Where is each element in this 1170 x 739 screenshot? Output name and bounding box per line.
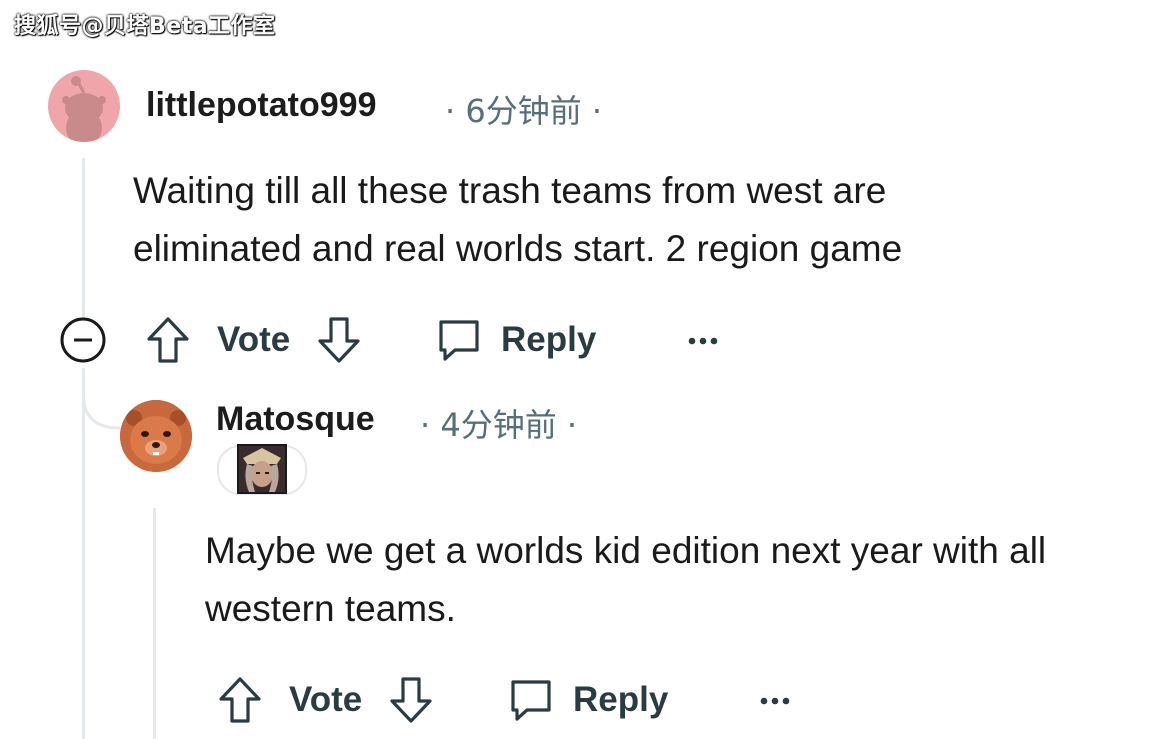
reply-username[interactable]: Matosque (216, 400, 375, 439)
reply-timestamp: 4分钟前 (440, 406, 557, 444)
avatar-littlepotato999[interactable] (48, 70, 120, 142)
reply-reply-button[interactable]: Reply (507, 673, 668, 727)
comment-body: Waiting till all these trash teams from … (133, 170, 903, 269)
vote-label: Vote (217, 320, 291, 359)
flair-champion-icon (237, 444, 287, 494)
reply-button[interactable]: Reply (435, 313, 596, 367)
vote-group: Vote (145, 313, 362, 367)
thread-line-main[interactable] (82, 158, 85, 318)
upvote-icon[interactable] (217, 675, 263, 725)
comment-meta: · 6分钟前 · (445, 86, 602, 132)
avatar-matosque[interactable] (120, 400, 192, 472)
separator-dot: · (566, 406, 578, 444)
more-options-button[interactable] (686, 326, 722, 356)
comment-username[interactable]: littlepotato999 (146, 86, 376, 125)
reply-bubble-icon (435, 316, 483, 364)
more-dots-icon (760, 697, 790, 705)
user-flair (217, 444, 307, 495)
reply-meta: · 4分钟前 · (420, 400, 577, 446)
downvote-icon[interactable] (388, 675, 434, 725)
snoo-avatar-icon (62, 76, 106, 142)
separator-dot: · (591, 92, 603, 130)
reply-more-options-button[interactable] (758, 686, 794, 716)
more-dots-icon (688, 337, 718, 345)
reply-body: Maybe we get a worlds kid edition next y… (205, 530, 1047, 629)
collapse-minus-icon (60, 317, 106, 363)
reply-label: Reply (501, 320, 597, 359)
bear-avatar-icon (120, 400, 192, 472)
watermark: 搜狐号@贝塔Beta工作室 (14, 14, 276, 39)
reply-label: Reply (573, 680, 669, 719)
thread-line-reply[interactable] (153, 508, 156, 739)
reply-vote-group: Vote (217, 673, 434, 727)
upvote-icon[interactable] (145, 315, 191, 365)
reply-bubble-icon (507, 676, 555, 724)
vote-label: Vote (289, 680, 363, 719)
collapse-button[interactable] (59, 316, 107, 364)
separator-dot: · (445, 92, 456, 130)
comment-timestamp: 6分钟前 (465, 92, 582, 130)
separator-dot: · (420, 406, 431, 444)
downvote-icon[interactable] (316, 315, 362, 365)
